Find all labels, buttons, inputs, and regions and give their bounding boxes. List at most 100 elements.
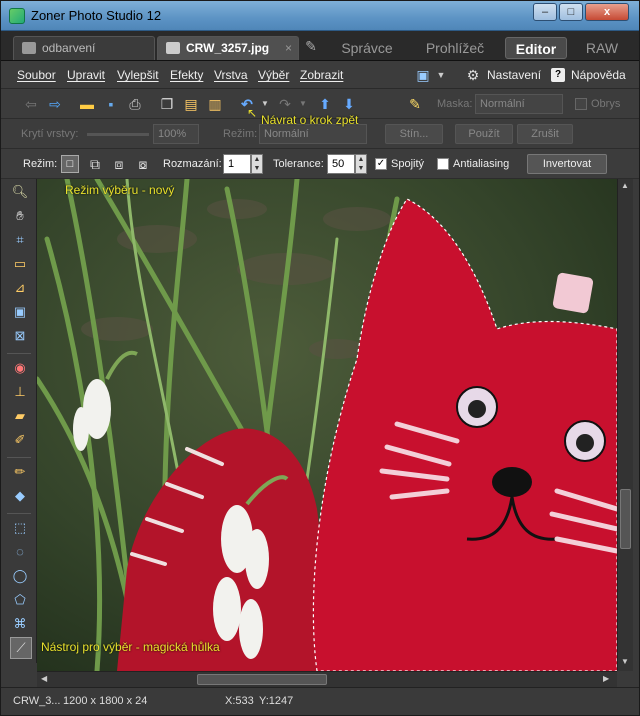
magnetic-select-icon[interactable]: ⌘ xyxy=(11,615,29,633)
scroll-left-icon[interactable]: ◀ xyxy=(41,674,47,683)
tool-separator xyxy=(7,457,31,458)
horizontal-scroll-thumb[interactable] xyxy=(197,674,327,685)
back-arrow-icon[interactable]: ⇦ xyxy=(23,96,39,112)
blur-input[interactable]: 1 xyxy=(223,154,251,174)
forward-arrow-icon[interactable]: ⇨ xyxy=(47,96,63,112)
crop-tool-icon[interactable]: ⌗ xyxy=(11,231,29,249)
outline-label: Obrys xyxy=(591,98,621,110)
maximize-button[interactable]: □ xyxy=(559,3,583,21)
horizontal-scrollbar[interactable]: ◀ ▶ xyxy=(37,671,617,687)
lasso-select-icon[interactable]: ◯ xyxy=(11,567,29,585)
status-x-coordinate: X:533 xyxy=(225,695,254,707)
paste-icon[interactable]: ▤ xyxy=(183,96,199,112)
vertical-scroll-thumb[interactable] xyxy=(620,489,631,549)
shadow-button[interactable]: Stín... xyxy=(385,124,443,144)
scroll-up-icon[interactable]: ▲ xyxy=(621,181,629,190)
image-canvas[interactable]: Režim výběru - nový Nástroj pro výběr - … xyxy=(37,179,617,671)
cancel-button[interactable]: Zrušit xyxy=(517,124,573,144)
mask-label: Maska: xyxy=(437,98,473,110)
scroll-right-icon[interactable]: ▶ xyxy=(603,674,609,683)
antialiasing-checkbox[interactable] xyxy=(437,158,449,170)
tolerance-spinner[interactable]: ▲ ▼ xyxy=(355,154,367,174)
mode-add-icon[interactable]: ⧉ xyxy=(87,156,103,172)
help-menu[interactable]: Nápověda xyxy=(571,68,626,82)
fill-tool-icon[interactable]: ◆ xyxy=(11,487,29,505)
menu-vyber[interactable]: Výběr xyxy=(258,68,289,82)
layer-mode-select[interactable]: Normální xyxy=(259,124,367,144)
monitor-icon[interactable]: ▣ xyxy=(415,67,431,83)
ellipse-select-icon[interactable]: ◌ xyxy=(11,543,29,561)
layer-up-icon[interactable]: ⬆ xyxy=(317,96,333,112)
doc-tab-odbarveni[interactable]: odbarvení xyxy=(13,36,155,60)
polygon-select-icon[interactable]: ⬠ xyxy=(11,591,29,609)
save-icon[interactable]: ▪ xyxy=(103,96,119,112)
redo-dropdown-icon[interactable]: ▼ xyxy=(295,96,311,112)
redeye-tool-icon[interactable]: ◉ xyxy=(11,359,29,377)
doc-tab-crw3257[interactable]: CRW_3257.jpg × xyxy=(157,36,299,60)
brush-tool-icon[interactable]: ✏︎ xyxy=(11,463,29,481)
tab-spravce[interactable]: Správce xyxy=(331,37,403,59)
tolerance-input[interactable]: 50 xyxy=(327,154,355,174)
outline-checkbox[interactable] xyxy=(575,98,587,110)
title-bar: Zoner Photo Studio 12 – □ x xyxy=(1,1,639,31)
scroll-down-icon[interactable]: ▼ xyxy=(621,657,629,666)
open-folder-icon[interactable]: ▬ xyxy=(79,96,95,112)
menu-zobrazit[interactable]: Zobrazit xyxy=(300,68,343,82)
contiguous-checkbox[interactable]: ✓ xyxy=(375,158,387,170)
status-filename: CRW_3... xyxy=(13,695,61,707)
vertical-scrollbar[interactable]: ▲ ▼ xyxy=(617,179,633,671)
app-logo-icon xyxy=(9,8,25,24)
layer-down-icon[interactable]: ⬇ xyxy=(341,96,357,112)
rect-select-icon[interactable]: ⬚ xyxy=(11,519,29,537)
perspective-tool-icon[interactable]: ⊿ xyxy=(11,279,29,297)
close-tab-icon[interactable]: × xyxy=(285,37,292,59)
apply-button[interactable]: Použít xyxy=(455,124,513,144)
gear-icon[interactable]: ⚙ xyxy=(465,67,481,83)
copy-icon[interactable]: ❐ xyxy=(159,96,175,112)
tab-editor[interactable]: Editor xyxy=(505,37,567,59)
minimize-button[interactable]: – xyxy=(533,3,557,21)
canvas-tool-icon[interactable]: ⊠ xyxy=(11,327,29,345)
opacity-slider[interactable] xyxy=(87,133,149,136)
brush-icon[interactable]: ✎ xyxy=(407,96,423,112)
app-window: Zoner Photo Studio 12 – □ x odbarvení CR… xyxy=(0,0,640,716)
tab-prohlizec[interactable]: Prohlížeč xyxy=(413,37,497,59)
mask-select[interactable]: Normální xyxy=(475,94,563,114)
tab-raw[interactable]: RAW xyxy=(577,37,627,59)
close-button[interactable]: x xyxy=(585,3,629,21)
antialiasing-label: Antialiasing xyxy=(453,158,510,170)
invert-button[interactable]: Invertovat xyxy=(527,154,607,174)
mode-intersect-icon[interactable]: ⧇ xyxy=(135,156,151,172)
stamp-tool-icon[interactable]: ⊥ xyxy=(11,383,29,401)
mode-subtract-icon[interactable]: ⧈ xyxy=(111,156,127,172)
print-icon[interactable]: ⎙ xyxy=(127,96,143,112)
mode-new-icon[interactable]: □ xyxy=(61,155,79,173)
horizon-tool-icon[interactable]: ▭ xyxy=(11,255,29,273)
chevron-down-icon[interactable]: ▼ xyxy=(433,67,449,83)
paste-new-icon[interactable]: ▥ xyxy=(207,96,223,112)
window-title: Zoner Photo Studio 12 xyxy=(31,8,162,23)
hand-tool-icon[interactable]: ✋︎ xyxy=(11,207,29,225)
doc-tab-label: CRW_3257.jpg xyxy=(186,41,270,55)
menu-soubor[interactable]: Soubor xyxy=(17,68,56,82)
healing-tool-icon[interactable]: ▰ xyxy=(11,407,29,425)
redo-icon[interactable]: ↷ xyxy=(277,96,293,112)
help-icon[interactable]: ? xyxy=(551,68,565,82)
settings-menu[interactable]: Nastavení xyxy=(487,68,541,82)
retouch-tool-icon[interactable]: ✐ xyxy=(11,431,29,449)
tab-row: odbarvení CRW_3257.jpg × ✎ Správce Prohl… xyxy=(1,31,639,61)
tool-panel: 🔍︎ ✋︎ ⌗ ▭ ⊿ ▣ ⊠ ◉ ⊥ ▰ ✐ ✏︎ ◆ ⬚ ◌ ◯ ⬠ ⌘ ⟋ xyxy=(1,179,37,663)
zoom-tool-icon[interactable]: 🔍︎ xyxy=(11,183,29,201)
status-bar: CRW_3... 1200 x 1800 x 24 X:533 Y:1247 xyxy=(1,687,639,715)
status-dimensions: 1200 x 1800 x 24 xyxy=(63,695,148,707)
menu-efekty[interactable]: Efekty xyxy=(170,68,203,82)
menu-vylepsit[interactable]: Vylepšit xyxy=(117,68,159,82)
layer-mode-label: Režim: xyxy=(223,128,258,140)
magic-wand-tool-icon[interactable]: ⟋ xyxy=(10,637,32,659)
menu-vrstva[interactable]: Vrstva xyxy=(214,68,248,82)
menu-upravit[interactable]: Upravit xyxy=(67,68,105,82)
opacity-value[interactable]: 100% xyxy=(153,124,199,144)
resize-tool-icon[interactable]: ▣ xyxy=(11,303,29,321)
pencil-icon[interactable]: ✎ xyxy=(303,38,319,54)
blur-spinner[interactable]: ▲ ▼ xyxy=(251,154,263,174)
